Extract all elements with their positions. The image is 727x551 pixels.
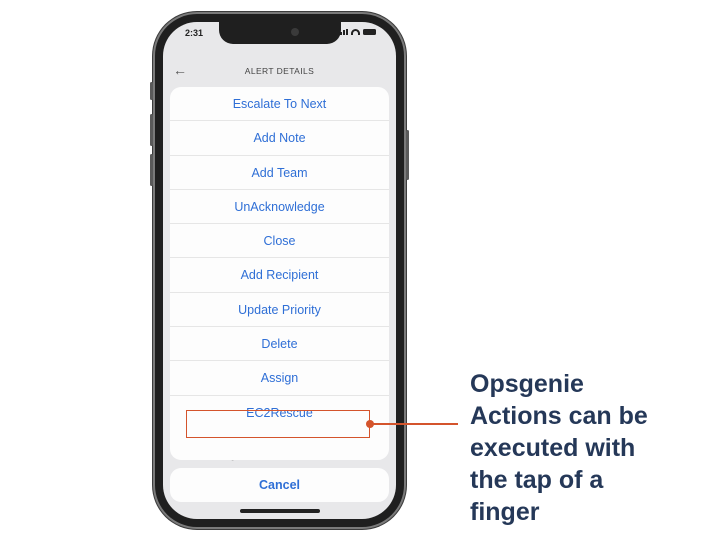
callout-line: Opsgenie	[470, 370, 584, 398]
notch	[218, 22, 341, 44]
action-add-recipient[interactable]: Add Recipient	[170, 258, 389, 293]
camera-icon	[290, 28, 299, 36]
volume-up-button	[150, 114, 153, 146]
status-time: 2:31	[185, 28, 204, 38]
action-escalate-to-next[interactable]: Escalate To Next	[170, 87, 389, 122]
action-add-team[interactable]: Add Team	[170, 156, 389, 190]
action-add-note[interactable]: Add Note	[170, 121, 389, 156]
action-close[interactable]: Close	[170, 224, 389, 259]
battery-icon	[363, 29, 376, 35]
action-unacknowledge[interactable]: UnAcknowledge	[170, 190, 389, 225]
callout-connector-dot	[366, 420, 374, 428]
callout-line: the tap of a	[470, 466, 604, 494]
callout-line: Actions can be	[470, 402, 648, 430]
nav-bar: ← ALERT DETAILS	[163, 62, 396, 84]
callout-line: executed with	[470, 434, 636, 462]
action-assign[interactable]: Assign	[170, 361, 389, 396]
phone-screen: 2:31 ← ALERT DETAILS Fanout 1 Acknowledg…	[163, 22, 396, 519]
page-title: ALERT DETAILS	[244, 66, 315, 76]
action-update-priority[interactable]: Update Priority	[170, 293, 389, 328]
status-icons	[337, 29, 376, 35]
phone-frame: 2:31 ← ALERT DETAILS Fanout 1 Acknowledg…	[150, 12, 409, 529]
callout-text: Opsgenie Actions can be executed with th…	[470, 368, 720, 528]
action-sheet: Escalate To Next Add Note Add Team UnAck…	[170, 87, 389, 460]
ec2rescue-highlight-box	[186, 410, 370, 438]
callout-connector-line	[370, 423, 458, 425]
cancel-button[interactable]: Cancel	[170, 468, 389, 502]
home-indicator	[239, 509, 320, 513]
volume-down-button	[150, 154, 153, 186]
action-delete[interactable]: Delete	[170, 327, 389, 362]
wifi-icon	[351, 29, 360, 35]
power-button	[406, 130, 409, 180]
silent-switch	[150, 82, 153, 100]
callout-line: finger	[470, 498, 540, 526]
